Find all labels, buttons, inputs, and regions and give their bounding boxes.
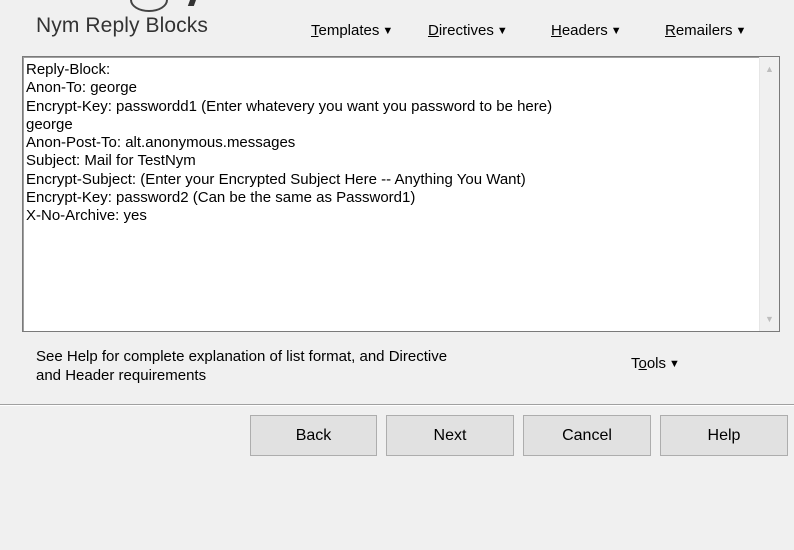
tools-menu-label: ols [646,355,667,372]
templates-menu[interactable]: Templates ▼ [311,22,393,39]
scroll-up-arrow-icon[interactable]: ▲ [760,59,779,79]
editor-line: george [26,115,73,133]
caret-down-icon: ▼ [669,358,680,370]
caret-down-icon: ▼ [735,25,747,37]
editor-line: Anon-To: george [26,79,137,97]
editor-line: Subject: Mail for TestNym [26,152,196,170]
editor-line: Encrypt-Key: passwordd1 (Enter whatevery… [26,97,553,115]
editor-line: Encrypt-Key: password2 (Can be the same … [26,189,416,207]
help-hint: See Help for complete explanation of lis… [36,347,556,385]
templates-menu-accel: T [311,22,319,39]
remailers-menu[interactable]: Remailers ▼ [665,22,746,39]
headers-menu-label: eaders [561,22,608,39]
vertical-scrollbar[interactable]: ▲ ▼ [759,57,779,331]
cancel-button[interactable]: Cancel [523,415,651,456]
tools-menu-pre: T [631,355,639,372]
reply-block-editor[interactable]: Reply-Block: Anon-To: george Encrypt-Key… [22,56,780,332]
logo-fragment [130,0,168,12]
caret-down-icon: ▼ [610,25,622,37]
editor-line: Anon-Post-To: alt.anonymous.messages [26,134,296,152]
directives-menu[interactable]: Directives ▼ [428,22,508,39]
remailers-menu-label: emailers [675,22,733,39]
editor-line: Reply-Block: [26,61,111,78]
remailers-menu-accel: R [665,22,676,39]
page-title: Nym Reply Blocks [36,14,208,37]
help-hint-line: See Help for complete explanation of lis… [36,348,448,365]
headers-menu-accel: H [551,22,562,39]
tools-menu-accel: o [638,355,647,372]
caret-down-icon: ▼ [382,25,394,37]
logo-fragment-mark [187,0,199,6]
directives-menu-accel: D [428,22,439,39]
help-button[interactable]: Help [660,415,788,456]
headers-menu[interactable]: Headers ▼ [551,22,622,39]
wizard-panel: Nym Reply Blocks Templates ▼ Directives ▼ … [0,0,794,405]
help-hint-line: and Header requirements [36,367,207,384]
editor-line: X-No-Archive: yes [26,207,147,225]
directives-menu-label: irectives [438,22,494,39]
tools-menu[interactable]: Tools ▼ [631,355,680,372]
editor-text[interactable]: Reply-Block: Anon-To: george Encrypt-Key… [26,61,755,226]
back-button[interactable]: Back [250,415,377,456]
editor-line: Encrypt-Subject: (Enter your Encrypted S… [26,170,526,188]
caret-down-icon: ▼ [496,25,508,37]
next-button[interactable]: Next [386,415,514,456]
templates-menu-label: emplates [318,22,380,39]
scroll-down-arrow-icon[interactable]: ▼ [760,309,779,329]
